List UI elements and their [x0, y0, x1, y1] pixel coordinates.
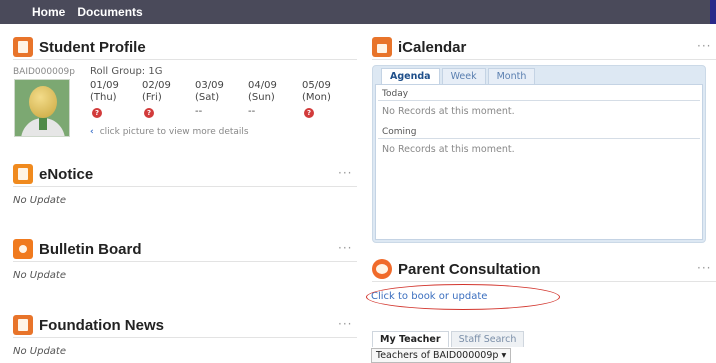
foundation-icon: [13, 315, 33, 335]
att-day: (Thu): [90, 92, 117, 103]
attendance-day-4: 04/09 (Sun) --: [248, 80, 277, 118]
attendance-status-icon[interactable]: ?: [92, 108, 102, 118]
enotice-empty: No Update: [13, 195, 66, 206]
attendance-day-2: 02/09 (Fri) ?: [142, 80, 171, 118]
att-date: 04/09: [248, 80, 277, 91]
profile-hint: ‹ click picture to view more details: [90, 127, 249, 137]
enotice-label: eNotice: [39, 165, 94, 183]
section-today: Today: [378, 87, 700, 101]
tab-agenda[interactable]: Agenda: [381, 68, 440, 84]
student-avatar[interactable]: [14, 79, 70, 137]
calendar-tabs: Agenda Week Month: [381, 68, 537, 84]
topbar-endcap: [710, 0, 716, 24]
consultation-title: Parent Consultation: [372, 259, 541, 279]
student-profile-title: Student Profile: [13, 37, 146, 57]
bulletin-more-button[interactable]: ···: [338, 241, 352, 255]
today-records: No Records at this moment.: [382, 106, 515, 117]
nav-home[interactable]: Home: [32, 5, 65, 19]
teacher-select[interactable]: Teachers of BAID000009p ▾: [371, 348, 512, 363]
icalendar-label: iCalendar: [398, 38, 467, 56]
highlight-ellipse: [366, 284, 560, 310]
divider: [13, 337, 357, 338]
att-date: 03/09: [195, 80, 224, 91]
consultation-more-button[interactable]: ···: [697, 261, 711, 275]
foundation-title: Foundation News: [13, 315, 164, 335]
foundation-more-button[interactable]: ···: [338, 317, 352, 331]
student-profile-label: Student Profile: [39, 38, 146, 56]
tab-staff-search[interactable]: Staff Search: [450, 331, 525, 347]
bulletin-title: Bulletin Board: [13, 239, 142, 259]
enotice-title: eNotice: [13, 164, 93, 184]
att-date: 01/09: [90, 80, 119, 91]
attendance-status-text: --: [248, 106, 256, 117]
foundation-label: Foundation News: [39, 316, 164, 334]
divider: [13, 261, 357, 262]
att-date: 05/09: [302, 80, 331, 91]
attendance-status-icon[interactable]: ?: [144, 108, 154, 118]
consultation-tabs: My Teacher Staff Search: [372, 331, 526, 347]
calendar-panel: Agenda Week Month Today No Records at th…: [372, 65, 706, 243]
nav-documents[interactable]: Documents: [77, 5, 142, 19]
icalendar-more-button[interactable]: ···: [697, 39, 711, 53]
att-day: (Fri): [142, 92, 162, 103]
attendance-day-5: 05/09 (Mon) ?: [302, 80, 331, 118]
calendar-icon: [372, 37, 392, 57]
tab-my-teacher[interactable]: My Teacher: [372, 331, 449, 347]
foundation-empty: No Update: [13, 346, 66, 357]
attendance-status-icon[interactable]: ?: [304, 108, 314, 118]
att-day: (Sun): [248, 92, 275, 103]
divider: [13, 186, 357, 187]
att-day: (Mon): [302, 92, 331, 103]
student-id: BAID000009p: [13, 67, 75, 77]
attendance-day-1: 01/09 (Thu) ?: [90, 80, 119, 118]
divider: [372, 59, 716, 60]
divider: [13, 59, 357, 60]
chevron-left-icon: ‹: [90, 127, 94, 137]
att-day: (Sat): [195, 92, 220, 103]
avatar-head: [29, 86, 57, 118]
tab-week[interactable]: Week: [441, 68, 486, 84]
top-nav: Home Documents: [0, 0, 143, 24]
bulletin-empty: No Update: [13, 270, 66, 281]
roll-group: Roll Group: 1G: [90, 66, 163, 77]
enotice-icon: [13, 164, 33, 184]
tab-month[interactable]: Month: [487, 68, 536, 84]
attendance-day-3: 03/09 (Sat) --: [195, 80, 224, 118]
bulletin-icon: [13, 239, 33, 259]
calendar-agenda-list: Today No Records at this moment. Coming …: [375, 84, 703, 240]
section-coming: Coming: [378, 125, 700, 139]
attendance-status-text: --: [195, 106, 203, 117]
enotice-more-button[interactable]: ···: [338, 166, 352, 180]
att-date: 02/09: [142, 80, 171, 91]
bulletin-label: Bulletin Board: [39, 240, 142, 258]
hint-text: click picture to view more details: [99, 127, 249, 137]
coming-records: No Records at this moment.: [382, 144, 515, 155]
divider: [372, 281, 716, 282]
student-profile-icon: [13, 37, 33, 57]
icalendar-title: iCalendar: [372, 37, 466, 57]
avatar-collar: [39, 118, 47, 130]
consultation-label: Parent Consultation: [398, 260, 541, 278]
consultation-icon: [372, 259, 392, 279]
